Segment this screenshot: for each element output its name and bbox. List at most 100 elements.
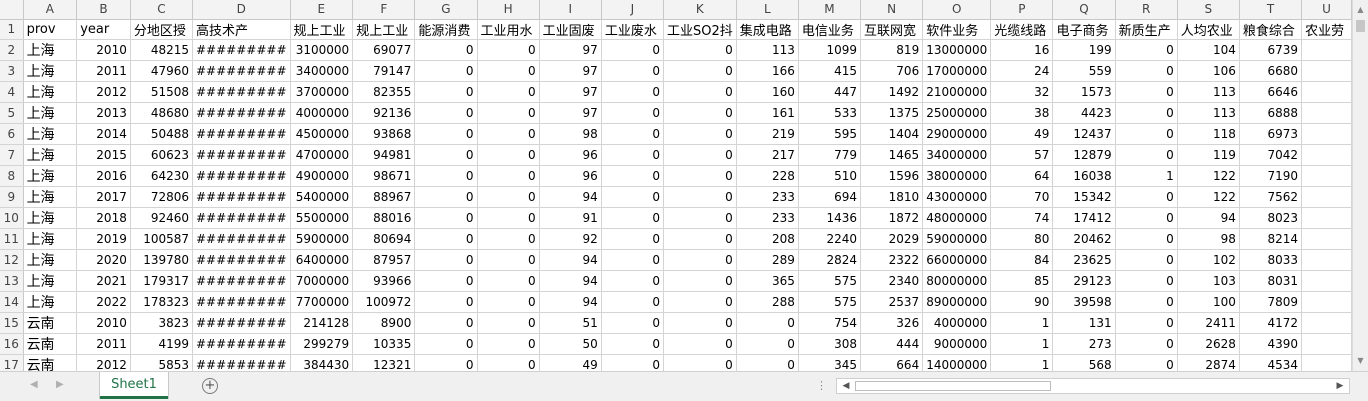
cell[interactable]: 2016 — [76, 165, 131, 187]
cell[interactable]: 8031 — [1239, 270, 1303, 292]
cell[interactable]: 92460 — [130, 207, 194, 229]
cell[interactable]: 0 — [663, 144, 737, 166]
cell[interactable]: 118 — [1177, 123, 1240, 145]
cell[interactable]: 6888 — [1239, 102, 1303, 124]
cell[interactable]: 0 — [477, 123, 540, 145]
cell[interactable]: ######### — [192, 144, 291, 166]
cell[interactable]: 12437 — [1052, 123, 1116, 145]
row-header[interactable]: 4 — [0, 81, 24, 103]
row-header[interactable]: 16 — [0, 333, 24, 355]
cell[interactable]: 1 — [990, 333, 1054, 355]
cell[interactable]: 233 — [736, 186, 799, 208]
cell[interactable]: 0 — [1115, 81, 1178, 103]
horizontal-scrollbar[interactable]: ◀ ▶ — [836, 378, 1350, 394]
row-header[interactable]: 14 — [0, 291, 24, 313]
cell[interactable]: 规上工业 — [352, 19, 416, 40]
cell[interactable]: 2824 — [798, 249, 862, 271]
cell[interactable]: 24 — [990, 60, 1054, 82]
column-header-f[interactable]: F — [352, 0, 416, 20]
cell[interactable]: 上海 — [23, 186, 78, 208]
cell[interactable]: 上海 — [23, 270, 78, 292]
scroll-left-icon[interactable]: ◀ — [839, 379, 853, 393]
cell[interactable]: 0 — [663, 39, 737, 61]
cell[interactable]: 0 — [1115, 312, 1178, 334]
cell[interactable]: 0 — [477, 354, 540, 371]
cell[interactable]: 0 — [477, 60, 540, 82]
cell[interactable]: 25000000 — [922, 102, 992, 124]
cell[interactable]: 15342 — [1052, 186, 1116, 208]
row-header[interactable]: 9 — [0, 186, 24, 208]
cell[interactable]: ######### — [192, 165, 291, 187]
cell[interactable]: 575 — [798, 270, 862, 292]
cell[interactable]: 0 — [601, 165, 664, 187]
cell[interactable]: ######### — [192, 228, 291, 250]
cell[interactable]: 97 — [539, 60, 602, 82]
cell[interactable]: 415 — [798, 60, 862, 82]
cell[interactable] — [1301, 165, 1352, 187]
cell[interactable]: 6739 — [1239, 39, 1303, 61]
row-header[interactable]: 11 — [0, 228, 24, 250]
cell[interactable]: 2017 — [76, 186, 131, 208]
cell[interactable]: 0 — [663, 228, 737, 250]
cell[interactable]: 5853 — [130, 354, 194, 371]
cell[interactable]: 电信业务 — [798, 19, 862, 40]
cell[interactable]: 66000000 — [922, 249, 992, 271]
cell[interactable]: 0 — [414, 123, 478, 145]
cell[interactable] — [1301, 207, 1352, 229]
cell[interactable]: 326 — [860, 312, 924, 334]
cell[interactable]: 49 — [990, 123, 1054, 145]
cell[interactable]: prov — [23, 19, 78, 40]
cell[interactable]: 0 — [663, 333, 737, 355]
cell[interactable]: 0 — [477, 207, 540, 229]
cell[interactable]: 2628 — [1177, 333, 1240, 355]
row-header[interactable]: 1 — [0, 19, 24, 40]
cell[interactable]: 上海 — [23, 81, 78, 103]
column-header-r[interactable]: R — [1115, 0, 1178, 20]
cell[interactable]: 0 — [1115, 123, 1178, 145]
cell[interactable]: 0 — [601, 207, 664, 229]
column-header-s[interactable]: S — [1177, 0, 1240, 20]
vertical-scrollbar[interactable]: ▲ ▼ — [1352, 0, 1368, 371]
cell[interactable]: 上海 — [23, 165, 78, 187]
cell[interactable]: 97 — [539, 102, 602, 124]
cell[interactable]: 0 — [414, 165, 478, 187]
scroll-up-icon[interactable]: ▲ — [1353, 2, 1368, 18]
cell[interactable]: 29123 — [1052, 270, 1116, 292]
cell[interactable]: 345 — [798, 354, 862, 371]
cell[interactable]: 122 — [1177, 186, 1240, 208]
column-header-d[interactable]: D — [192, 0, 291, 20]
cell[interactable]: ######### — [192, 333, 291, 355]
cell[interactable]: 能源消费 — [414, 19, 478, 40]
triangle-right-icon[interactable]: ▶ — [56, 379, 64, 390]
cell[interactable]: 云南 — [23, 312, 78, 334]
cell[interactable]: 0 — [477, 270, 540, 292]
cell[interactable]: 上海 — [23, 228, 78, 250]
cell[interactable]: 2014 — [76, 123, 131, 145]
cell[interactable]: 57 — [990, 144, 1054, 166]
cell[interactable]: 0 — [414, 144, 478, 166]
cell[interactable]: 1465 — [860, 144, 924, 166]
cell[interactable]: 179317 — [130, 270, 194, 292]
cell[interactable]: 粮食综合 — [1239, 19, 1303, 40]
cell[interactable] — [1301, 291, 1352, 313]
cell[interactable] — [1301, 60, 1352, 82]
cell[interactable]: 0 — [1115, 291, 1178, 313]
cell[interactable]: 43000000 — [922, 186, 992, 208]
cell[interactable]: 160 — [736, 81, 799, 103]
cell[interactable]: 4423 — [1052, 102, 1116, 124]
cell[interactable]: 100972 — [352, 291, 416, 313]
column-header-k[interactable]: K — [663, 0, 737, 20]
cell[interactable]: 49 — [539, 354, 602, 371]
cell[interactable]: 0 — [663, 81, 737, 103]
cell[interactable]: 集成电路 — [736, 19, 799, 40]
cell[interactable]: 0 — [1115, 186, 1178, 208]
column-header-h[interactable]: H — [477, 0, 540, 20]
cell[interactable]: 1492 — [860, 81, 924, 103]
cell[interactable]: 0 — [736, 312, 799, 334]
cell[interactable]: 0 — [477, 186, 540, 208]
cell[interactable]: 8033 — [1239, 249, 1303, 271]
cell[interactable]: 575 — [798, 291, 862, 313]
cell[interactable]: 2010 — [76, 312, 131, 334]
cell[interactable]: 0 — [601, 291, 664, 313]
scroll-right-icon[interactable]: ▶ — [1333, 379, 1347, 393]
